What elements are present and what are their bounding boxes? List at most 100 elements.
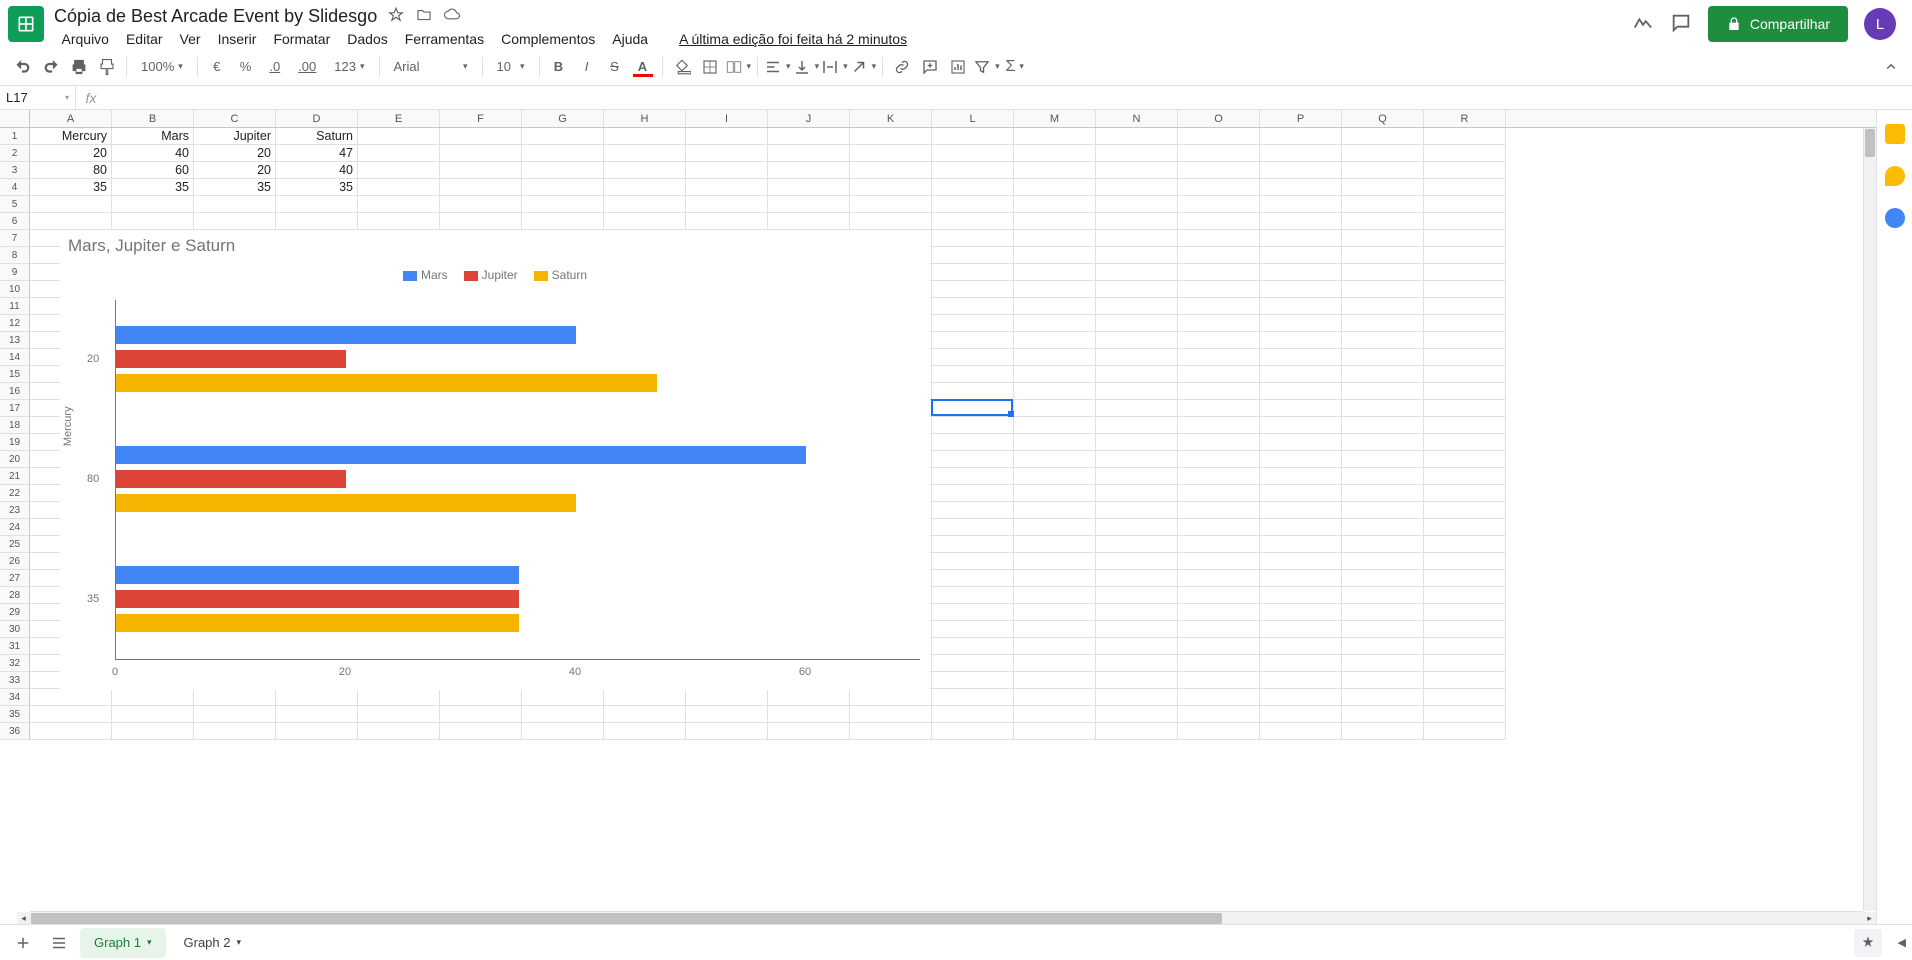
- cell[interactable]: [1424, 145, 1506, 162]
- cell[interactable]: [522, 145, 604, 162]
- cell[interactable]: [1178, 315, 1260, 332]
- cell[interactable]: [1178, 468, 1260, 485]
- cell[interactable]: [932, 400, 1014, 417]
- cell[interactable]: [276, 196, 358, 213]
- cell[interactable]: [932, 264, 1014, 281]
- functions-button[interactable]: Σ: [1002, 54, 1028, 80]
- cell[interactable]: [1260, 128, 1342, 145]
- cell[interactable]: [768, 179, 850, 196]
- cell[interactable]: [932, 723, 1014, 740]
- row-header[interactable]: 32: [0, 655, 30, 672]
- cell[interactable]: [1424, 264, 1506, 281]
- cell[interactable]: [1014, 655, 1096, 672]
- cell[interactable]: [1342, 468, 1424, 485]
- cell[interactable]: [522, 213, 604, 230]
- cell[interactable]: [1096, 213, 1178, 230]
- cell[interactable]: [1342, 451, 1424, 468]
- cell[interactable]: [1014, 706, 1096, 723]
- cell[interactable]: [1014, 638, 1096, 655]
- cell[interactable]: [1260, 502, 1342, 519]
- cell[interactable]: [1260, 655, 1342, 672]
- cell[interactable]: [1014, 128, 1096, 145]
- cell[interactable]: [932, 315, 1014, 332]
- decrease-decimal-button[interactable]: .0: [261, 54, 288, 80]
- cell[interactable]: [932, 451, 1014, 468]
- row-header[interactable]: 19: [0, 434, 30, 451]
- cell[interactable]: [1096, 621, 1178, 638]
- cell[interactable]: [1096, 281, 1178, 298]
- cell[interactable]: [1178, 128, 1260, 145]
- cell[interactable]: [1260, 570, 1342, 587]
- cell[interactable]: [1178, 366, 1260, 383]
- cell[interactable]: [1342, 400, 1424, 417]
- cell[interactable]: [1424, 723, 1506, 740]
- cell[interactable]: [1260, 315, 1342, 332]
- paint-format-button[interactable]: [94, 54, 120, 80]
- explore-button[interactable]: [1854, 929, 1882, 957]
- row-header[interactable]: 30: [0, 621, 30, 638]
- side-panel-toggle[interactable]: ◀: [1898, 936, 1906, 949]
- cell[interactable]: [1014, 230, 1096, 247]
- cell[interactable]: [1178, 451, 1260, 468]
- cell[interactable]: [1178, 349, 1260, 366]
- cell[interactable]: [850, 179, 932, 196]
- cell[interactable]: [1342, 536, 1424, 553]
- cell[interactable]: [194, 689, 276, 706]
- cell[interactable]: [604, 128, 686, 145]
- cell[interactable]: [1178, 281, 1260, 298]
- sheet-tab[interactable]: Graph 2▾: [170, 928, 256, 958]
- cell[interactable]: [1178, 570, 1260, 587]
- column-header[interactable]: H: [604, 110, 686, 127]
- cell[interactable]: [1260, 196, 1342, 213]
- row-header[interactable]: 6: [0, 213, 30, 230]
- cell[interactable]: [932, 638, 1014, 655]
- cell[interactable]: [1424, 315, 1506, 332]
- cell[interactable]: [686, 196, 768, 213]
- cell[interactable]: [1260, 706, 1342, 723]
- cell[interactable]: [1014, 400, 1096, 417]
- cell[interactable]: [1260, 400, 1342, 417]
- row-header[interactable]: 11: [0, 298, 30, 315]
- cell[interactable]: [1260, 281, 1342, 298]
- row-header[interactable]: 2: [0, 145, 30, 162]
- comments-icon[interactable]: [1670, 12, 1692, 37]
- cell[interactable]: [1342, 213, 1424, 230]
- cell[interactable]: [1342, 298, 1424, 315]
- collapse-toolbar-button[interactable]: [1878, 54, 1904, 80]
- cell[interactable]: [1014, 604, 1096, 621]
- cell[interactable]: 35: [276, 179, 358, 196]
- cell[interactable]: [440, 723, 522, 740]
- cell[interactable]: [1014, 689, 1096, 706]
- row-header[interactable]: 23: [0, 502, 30, 519]
- cell[interactable]: [1178, 264, 1260, 281]
- share-button[interactable]: Compartilhar: [1708, 6, 1848, 42]
- cell[interactable]: [932, 332, 1014, 349]
- row-header[interactable]: 1: [0, 128, 30, 145]
- move-icon[interactable]: [415, 6, 433, 27]
- cell[interactable]: [358, 689, 440, 706]
- cell[interactable]: [1014, 434, 1096, 451]
- cell[interactable]: [1342, 383, 1424, 400]
- cell[interactable]: 20: [30, 145, 112, 162]
- row-header[interactable]: 27: [0, 570, 30, 587]
- cell[interactable]: [1014, 519, 1096, 536]
- cell[interactable]: [932, 281, 1014, 298]
- cell[interactable]: [1342, 162, 1424, 179]
- cell[interactable]: [1424, 587, 1506, 604]
- cell[interactable]: [1178, 485, 1260, 502]
- horizontal-scrollbar-thumb[interactable]: [31, 913, 1222, 924]
- cell[interactable]: [1424, 162, 1506, 179]
- cell[interactable]: [276, 689, 358, 706]
- cell[interactable]: [1424, 706, 1506, 723]
- column-header[interactable]: J: [768, 110, 850, 127]
- column-headers[interactable]: ABCDEFGHIJKLMNOPQR: [0, 110, 1876, 128]
- cell[interactable]: [1260, 553, 1342, 570]
- row-header[interactable]: 10: [0, 281, 30, 298]
- row-header[interactable]: 21: [0, 468, 30, 485]
- cell[interactable]: [276, 723, 358, 740]
- sheets-app-icon[interactable]: [8, 6, 44, 42]
- cell[interactable]: [1342, 672, 1424, 689]
- cell[interactable]: [604, 213, 686, 230]
- cell[interactable]: [686, 213, 768, 230]
- borders-button[interactable]: [697, 54, 723, 80]
